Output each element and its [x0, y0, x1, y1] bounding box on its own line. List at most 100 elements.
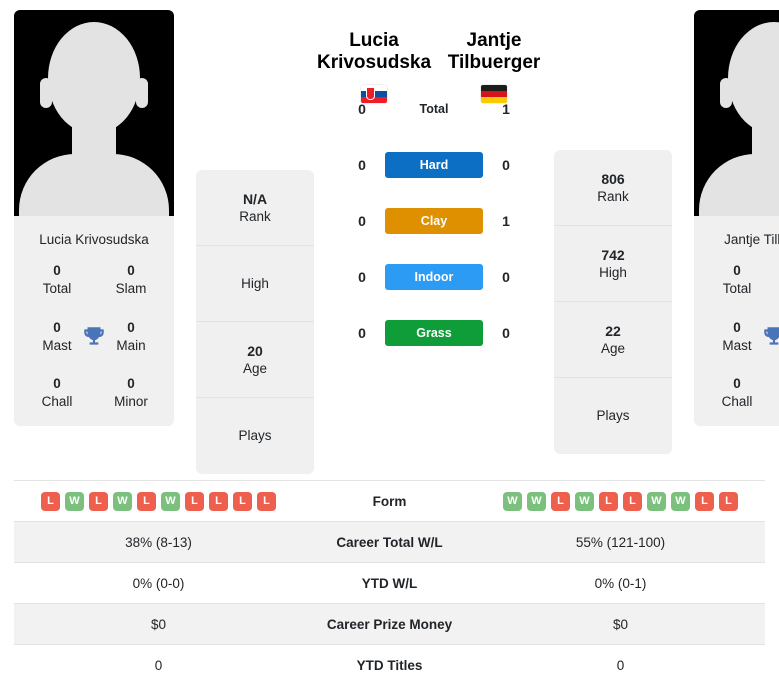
stat-label-ytd-titles: YTD Titles — [303, 644, 476, 686]
right-career-prize-money: $0 — [476, 603, 765, 645]
form-badge[interactable]: L — [209, 491, 228, 511]
title-cell-slam: 0 Slam — [94, 262, 168, 298]
surface-badge-indoor[interactable]: Indoor — [385, 263, 483, 290]
form-badge[interactable]: L — [257, 491, 276, 511]
table-row-form: L W L W L W L L L L Form W W L W L L W W… — [14, 480, 765, 522]
form-badge[interactable]: W — [113, 491, 132, 511]
flag-slovakia-icon — [361, 84, 387, 103]
title-value: 0 — [774, 375, 779, 393]
flag-germany-icon — [481, 84, 507, 103]
surface-badge-grass[interactable]: Grass — [385, 319, 483, 346]
right-player-firstname: Jantje — [466, 30, 522, 51]
right-player-titles-grid: 0 Total 0 Slam 0 Mast 0 Main — [700, 262, 779, 411]
left-player-name-label: Lucia Krivosudska — [39, 232, 149, 247]
title-label: Total — [42, 281, 72, 297]
title-value: 0 — [127, 376, 135, 392]
player-comparison-page: Lucia Krivosudska 0 Total 0 Slam 0 Mast — [0, 0, 779, 699]
surface-badge-clay[interactable]: Clay — [385, 207, 483, 234]
form-badge[interactable]: L — [185, 491, 204, 511]
h2h-clay-left-score: 0 — [358, 212, 366, 229]
title-label: Slam — [115, 281, 147, 297]
stat-label-career-prize-money: Career Prize Money — [303, 603, 476, 645]
h2h-rows: 0 Total 1 0 Hard 0 0 Clay 1 0 Indoor 0 0… — [314, 81, 554, 361]
h2h-hard-badge-wrap: Hard — [385, 151, 483, 178]
h2h-indoor-right-score: 0 — [502, 268, 510, 285]
table-row-ytd-titles: 0 YTD Titles 0 — [14, 644, 765, 686]
form-badge[interactable]: W — [161, 491, 180, 511]
form-badge[interactable]: W — [671, 491, 690, 511]
left-rank-card: N/A Rank High 20 Age Plays — [196, 170, 314, 474]
left-player-lastname: Krivosudska — [316, 52, 432, 74]
right-high-cell: 742 High — [554, 226, 672, 302]
left-player-photo — [14, 10, 174, 216]
left-player-profile: Lucia Krivosudska 0 Total 0 Slam 0 Mast — [14, 10, 174, 426]
right-form-strip: W W L W L L W W L L — [476, 491, 765, 511]
left-ytd-wl: 0% (0-0) — [14, 562, 303, 604]
right-ytd-titles: 0 — [476, 644, 765, 686]
title-cell-minor: 0 Minor — [774, 375, 779, 411]
head-to-head-column: Lucia Krivosudska Jantje Tilbuerger 0 To… — [314, 10, 554, 361]
player-stats-table: L W L W L W L L L L Form W W L W L L W W… — [14, 480, 765, 686]
form-badge[interactable]: W — [65, 491, 84, 511]
h2h-row-grass: 0 Grass 0 — [314, 305, 554, 361]
left-form-strip: L W L W L W L L L L — [14, 491, 303, 511]
title-label: Minor — [114, 394, 148, 410]
h2h-grass-left-score: 0 — [358, 324, 366, 341]
table-row-career-total-wl: 38% (8-13) Career Total W/L 55% (121-100… — [14, 521, 765, 563]
title-cell-total: 0 Total — [20, 262, 94, 298]
left-ytd-titles: 0 — [14, 644, 303, 686]
title-value: 0 — [733, 376, 741, 392]
h2h-row-hard: 0 Hard 0 — [314, 137, 554, 193]
right-player-profile: Jantje Tilbuerger 0 Total 0 Slam 0 Mast — [694, 10, 779, 426]
form-badge[interactable]: W — [647, 491, 666, 511]
form-badge[interactable]: L — [719, 491, 738, 511]
right-player-photo — [694, 10, 779, 216]
right-ytd-wl: 0% (0-1) — [476, 562, 765, 604]
form-badge[interactable]: L — [551, 491, 570, 511]
right-player-rank-column: 806 Rank 742 High 22 Age Plays — [554, 10, 672, 454]
table-row-ytd-wl: 0% (0-0) YTD W/L 0% (0-1) — [14, 562, 765, 604]
title-label: Chall — [41, 394, 73, 410]
form-badge[interactable]: W — [503, 491, 522, 511]
left-player-rank-column: N/A Rank High 20 Age Plays — [196, 10, 314, 474]
form-badge[interactable]: W — [527, 491, 546, 511]
silhouette-ear-left — [720, 78, 732, 108]
title-value: 0 — [53, 263, 61, 279]
silhouette-ear-right — [136, 78, 148, 108]
right-form-cell: W W L W L L W W L L — [476, 480, 765, 522]
comparison-header-area: Lucia Krivosudska 0 Total 0 Slam 0 Mast — [0, 0, 779, 480]
form-badge[interactable]: L — [233, 491, 252, 511]
form-badge[interactable]: L — [599, 491, 618, 511]
stat-label-form: Form — [303, 480, 476, 522]
flag-stripe-gold — [481, 96, 507, 103]
left-age-cell: 20 Age — [196, 322, 314, 398]
h2h-clay-right-score: 1 — [502, 212, 510, 229]
form-badge[interactable]: L — [695, 491, 714, 511]
age-value: 22 — [605, 322, 621, 339]
h2h-clay-badge-wrap: Clay — [385, 207, 483, 234]
form-badge[interactable]: L — [41, 491, 60, 511]
form-badge[interactable]: L — [623, 491, 642, 511]
form-badge[interactable]: W — [575, 491, 594, 511]
title-cell-total: 0 Total — [700, 262, 774, 298]
title-value: 0 — [733, 263, 741, 279]
left-player-titles-card: Lucia Krivosudska 0 Total 0 Slam 0 Mast — [14, 216, 174, 426]
trophy-icon — [84, 327, 104, 345]
left-rank-cell: N/A Rank — [196, 170, 314, 246]
high-label: High — [599, 264, 627, 280]
h2h-hard-right-score: 0 — [502, 156, 510, 173]
h2h-total-left-score: 0 — [358, 100, 366, 117]
title-cell-minor: 0 Minor — [94, 375, 168, 411]
left-player-firstname: Lucia — [349, 30, 399, 51]
surface-badge-hard[interactable]: Hard — [385, 151, 483, 178]
right-player-titles-card: Jantje Tilbuerger 0 Total 0 Slam 0 Mast — [694, 216, 779, 426]
silhouette-shoulders — [699, 154, 779, 216]
high-label: High — [241, 275, 269, 291]
left-high-cell: High — [196, 246, 314, 322]
form-badge[interactable]: L — [89, 491, 108, 511]
h2h-hard-left-score: 0 — [358, 156, 366, 173]
form-badge[interactable]: L — [137, 491, 156, 511]
h2h-indoor-left-score: 0 — [358, 268, 366, 285]
title-value: 0 — [774, 262, 779, 280]
title-value: 0 — [127, 263, 135, 279]
